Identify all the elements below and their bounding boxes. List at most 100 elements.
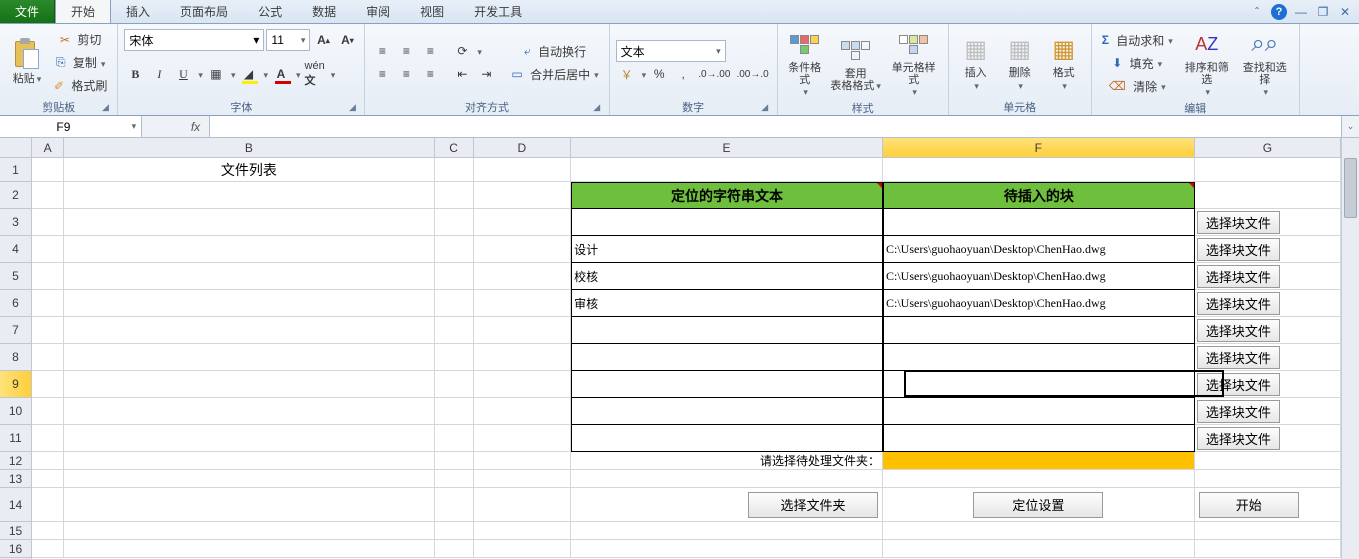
cell-E8[interactable] xyxy=(571,344,883,371)
cell-D9[interactable] xyxy=(474,371,572,398)
fx-button[interactable]: fx xyxy=(182,116,210,137)
select-folder-button[interactable]: 选择文件夹 xyxy=(748,492,878,518)
select-block-file-button[interactable]: 选择块文件 xyxy=(1197,319,1280,342)
currency-button[interactable]: ￥ xyxy=(616,63,638,85)
select-block-file-button[interactable]: 选择块文件 xyxy=(1197,427,1280,450)
select-block-file-button[interactable]: 选择块文件 xyxy=(1197,373,1280,396)
row-header-8[interactable]: 8 xyxy=(0,344,31,371)
cut-button[interactable]: ✂ 剪切 xyxy=(50,29,111,51)
format-cells-button[interactable]: ▦格式 xyxy=(1043,31,1085,93)
cell-D7[interactable] xyxy=(474,317,572,344)
align-center-button[interactable]: ≡ xyxy=(395,63,417,85)
row-header-16[interactable]: 16 xyxy=(0,540,31,558)
cell-A16[interactable] xyxy=(32,540,64,558)
vertical-scrollbar[interactable] xyxy=(1341,138,1359,559)
cell-G9[interactable]: 选择块文件 xyxy=(1195,371,1341,398)
cell-E9[interactable] xyxy=(571,371,883,398)
cell-F7[interactable] xyxy=(883,317,1195,344)
cell-G6[interactable]: 选择块文件 xyxy=(1195,290,1341,317)
cell-C15[interactable] xyxy=(435,522,474,540)
cell-F11[interactable] xyxy=(883,425,1195,452)
cell-A2[interactable] xyxy=(32,182,64,209)
col-header-A[interactable]: A xyxy=(32,138,64,157)
cell-B6[interactable] xyxy=(64,290,434,317)
cell-F2[interactable]: 待插入的块 xyxy=(883,182,1195,209)
start-button[interactable]: 开始 xyxy=(1199,492,1299,518)
row-header-5[interactable]: 5 xyxy=(0,263,31,290)
align-top-button[interactable]: ≡ xyxy=(371,40,393,62)
row-header-11[interactable]: 11 xyxy=(0,425,31,452)
dec-decimal-button[interactable]: .00→.0 xyxy=(734,63,770,85)
sort-filter-button[interactable]: AZ排序和筛选 xyxy=(1179,26,1235,100)
cell-B2[interactable] xyxy=(64,182,434,209)
tab-dev[interactable]: 开发工具 xyxy=(459,0,537,23)
cell-D11[interactable] xyxy=(474,425,572,452)
cell-C6[interactable] xyxy=(435,290,474,317)
cell-E15[interactable] xyxy=(571,522,883,540)
tab-file[interactable]: 文件 xyxy=(0,0,55,23)
format-painter-button[interactable]: ✐ 格式刷 xyxy=(50,75,111,97)
cell-F3[interactable] xyxy=(883,209,1195,236)
row-header-4[interactable]: 4 xyxy=(0,236,31,263)
cell-C4[interactable] xyxy=(435,236,474,263)
cell-E12[interactable]: 请选择待处理文件夹： xyxy=(571,452,883,470)
cell-D4[interactable] xyxy=(474,236,572,263)
cell-G13[interactable] xyxy=(1195,470,1341,488)
italic-button[interactable]: I xyxy=(148,63,170,85)
underline-button[interactable]: U xyxy=(172,63,194,85)
name-box[interactable]: ▾ xyxy=(0,116,142,137)
cell-E10[interactable] xyxy=(571,398,883,425)
cell-F4[interactable]: C:\Users\guohaoyuan\Desktop\ChenHao.dwg xyxy=(883,236,1195,263)
cell-B11[interactable] xyxy=(64,425,434,452)
bold-button[interactable]: B xyxy=(124,63,146,85)
help-icon[interactable]: ? xyxy=(1271,4,1287,20)
tab-formula[interactable]: 公式 xyxy=(243,0,297,23)
cell-style-button[interactable]: 单元格样式 xyxy=(886,26,942,100)
cell-E4[interactable]: 设计 xyxy=(571,236,883,263)
window-restore-icon[interactable]: ❐ xyxy=(1315,4,1331,20)
cell-C9[interactable] xyxy=(435,371,474,398)
window-close-icon[interactable]: ✕ xyxy=(1337,4,1353,20)
cell-B10[interactable] xyxy=(64,398,434,425)
merge-center-button[interactable]: ▭ 合并后居中 xyxy=(507,63,602,85)
cell-C16[interactable] xyxy=(435,540,474,558)
cell-A4[interactable] xyxy=(32,236,64,263)
cell-A8[interactable] xyxy=(32,344,64,371)
font-color-button[interactable]: A xyxy=(270,63,292,85)
cell-D12[interactable] xyxy=(474,452,572,470)
tab-layout[interactable]: 页面布局 xyxy=(165,0,243,23)
cell-F9[interactable] xyxy=(883,371,1195,398)
select-block-file-button[interactable]: 选择块文件 xyxy=(1197,211,1280,234)
indent-dec-button[interactable]: ⇤ xyxy=(451,63,473,85)
cell-E3[interactable] xyxy=(571,209,883,236)
cell-A1[interactable] xyxy=(32,158,64,182)
cell-A6[interactable] xyxy=(32,290,64,317)
locate-settings-button[interactable]: 定位设置 xyxy=(973,492,1103,518)
cell-F13[interactable] xyxy=(883,470,1195,488)
cell-C7[interactable] xyxy=(435,317,474,344)
cell-E7[interactable] xyxy=(571,317,883,344)
cell-E14[interactable]: 选择文件夹 xyxy=(571,488,883,522)
cell-D1[interactable] xyxy=(474,158,572,182)
conditional-format-button[interactable]: 条件格式 xyxy=(784,26,826,100)
clipboard-launcher[interactable]: ◢ xyxy=(99,102,111,114)
find-select-button[interactable]: ⌕⌕查找和选择 xyxy=(1237,26,1293,100)
cell-D14[interactable] xyxy=(474,488,572,522)
cell-B3[interactable] xyxy=(64,209,434,236)
align-right-button[interactable]: ≡ xyxy=(419,63,441,85)
cell-D15[interactable] xyxy=(474,522,572,540)
cell-B9[interactable] xyxy=(64,371,434,398)
cell-E1[interactable] xyxy=(571,158,883,182)
scroll-thumb[interactable] xyxy=(1344,158,1357,218)
cell-F8[interactable] xyxy=(883,344,1195,371)
cell-A3[interactable] xyxy=(32,209,64,236)
row-header-10[interactable]: 10 xyxy=(0,398,31,425)
cell-G10[interactable]: 选择块文件 xyxy=(1195,398,1341,425)
cell-G7[interactable]: 选择块文件 xyxy=(1195,317,1341,344)
indent-inc-button[interactable]: ⇥ xyxy=(475,63,497,85)
borders-button[interactable]: ▦ xyxy=(205,63,227,85)
grow-font-button[interactable]: A▴ xyxy=(312,29,334,51)
cell-E13[interactable] xyxy=(571,470,883,488)
fill-color-button[interactable]: ◢ xyxy=(237,63,259,85)
cell-G4[interactable]: 选择块文件 xyxy=(1195,236,1341,263)
